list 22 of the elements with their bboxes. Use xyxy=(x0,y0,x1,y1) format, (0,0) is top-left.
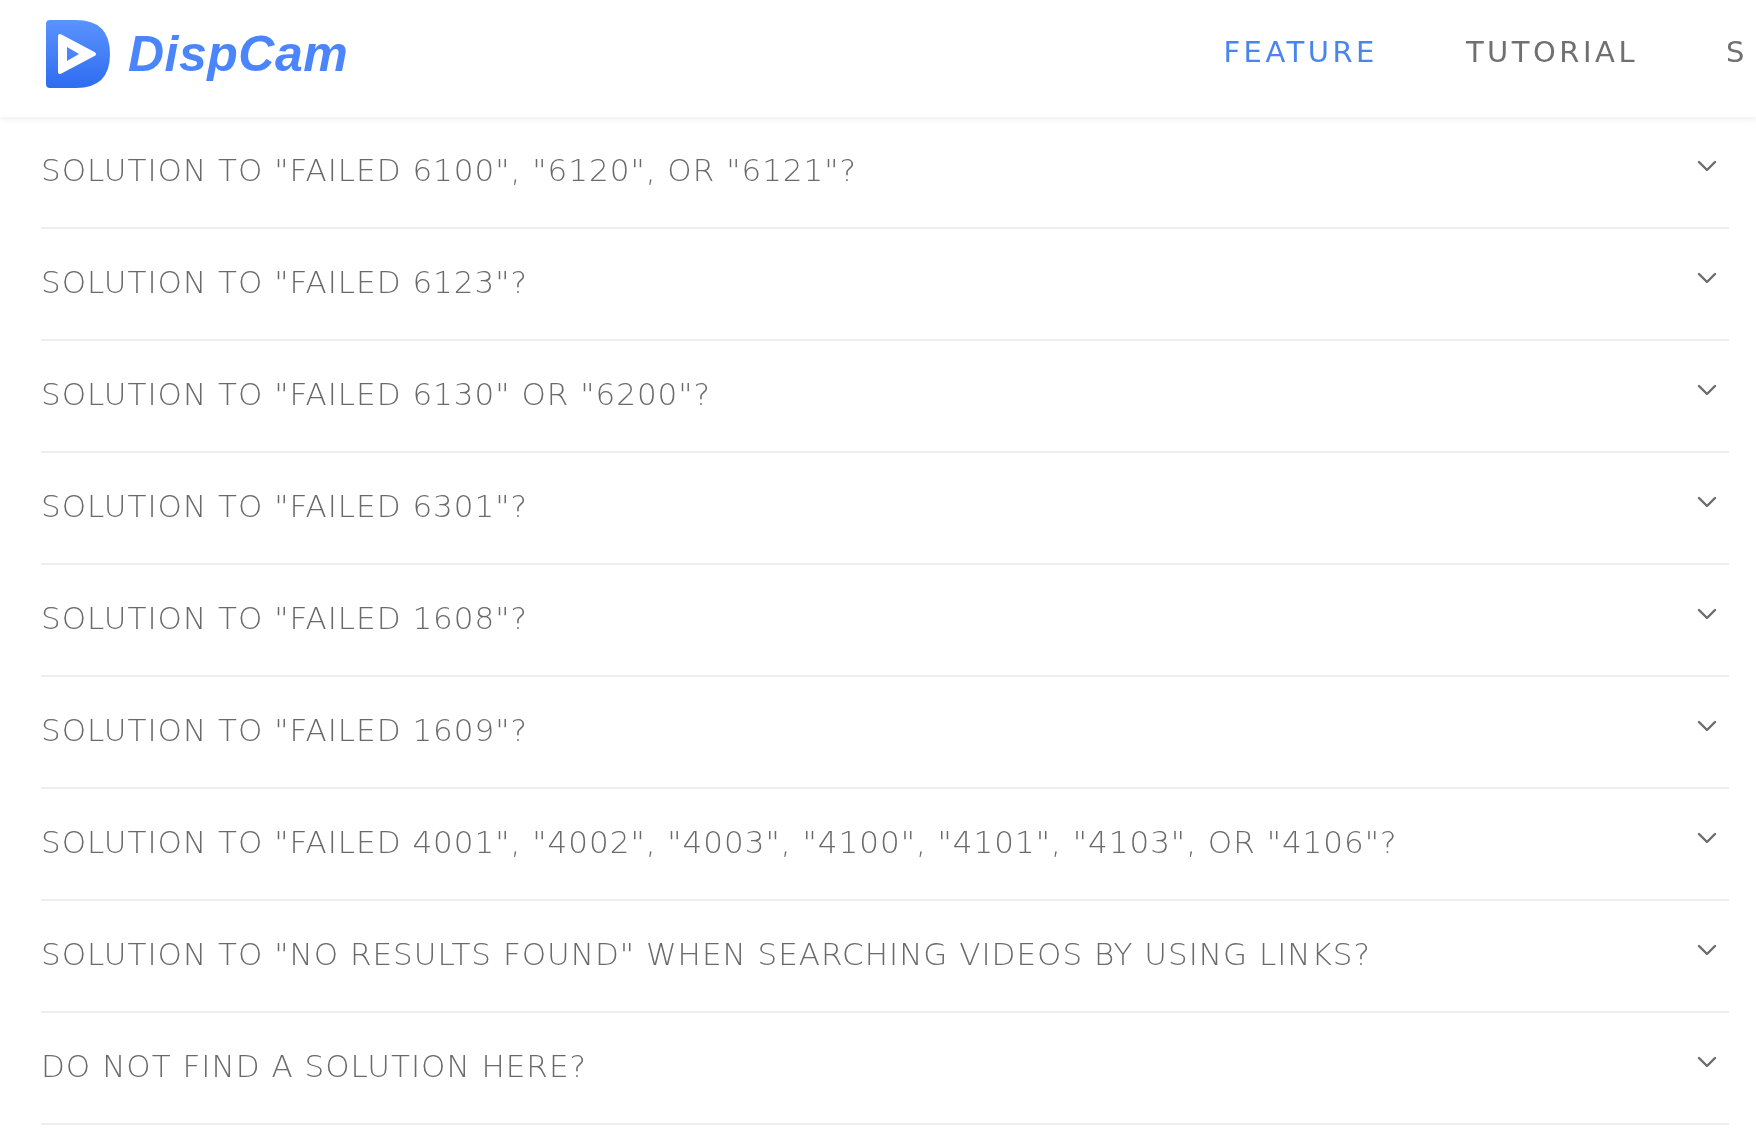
faq-question: DO NOT FIND A SOLUTION HERE? xyxy=(41,1048,587,1084)
faq-item[interactable]: SOLUTION TO "FAILED 1608"? xyxy=(41,565,1729,677)
faq-item[interactable]: DO NOT FIND A SOLUTION HERE? xyxy=(41,1013,1729,1125)
faq-item[interactable]: SOLUTION TO "FAILED 6123"? xyxy=(41,229,1729,341)
faq-question: SOLUTION TO "FAILED 6130" OR "6200"? xyxy=(41,376,712,412)
faq-item[interactable]: SOLUTION TO "FAILED 6301"? xyxy=(41,453,1729,565)
nav-link[interactable]: S xyxy=(1726,34,1748,69)
faq-question: SOLUTION TO "FAILED 4001", "4002", "4003", "4100", "4101", "4103", OR "4106"? xyxy=(41,824,1398,860)
logo-text[interactable]: DispCam xyxy=(128,24,349,83)
faq-question: SOLUTION TO "FAILED 6301"? xyxy=(41,488,528,524)
faq-question: SOLUTION TO "FAILED 1608"? xyxy=(41,600,528,636)
faq-item[interactable]: SOLUTION TO "FAILED 4001", "4002", "4003", "4100", "4101", "4103", OR "4106"? xyxy=(41,789,1729,901)
faq-question: SOLUTION TO "FAILED 1609"? xyxy=(41,712,528,748)
faq-item[interactable]: SOLUTION TO "FAILED 6100", "6120", OR "6121"? xyxy=(41,117,1729,229)
faq-question: SOLUTION TO "FAILED 6123"? xyxy=(41,264,528,300)
nav-link[interactable]: TUTORIAL xyxy=(1465,34,1639,69)
faq-item[interactable]: SOLUTION TO "FAILED 6130" OR "6200"? xyxy=(41,341,1729,453)
faq-item[interactable]: SOLUTION TO "NO RESULTS FOUND" WHEN SEARCHING VIDEOS BY USING LINKS? xyxy=(41,901,1729,1013)
nav-link[interactable]: FEATURE xyxy=(1223,34,1378,69)
faq-question: SOLUTION TO "FAILED 6100", "6120", OR "6121"? xyxy=(41,152,858,188)
faq-item[interactable]: SOLUTION TO "FAILED 1609"? xyxy=(41,677,1729,789)
faq-question: SOLUTION TO "NO RESULTS FOUND" WHEN SEARCHING VIDEOS BY USING LINKS? xyxy=(41,936,1371,972)
